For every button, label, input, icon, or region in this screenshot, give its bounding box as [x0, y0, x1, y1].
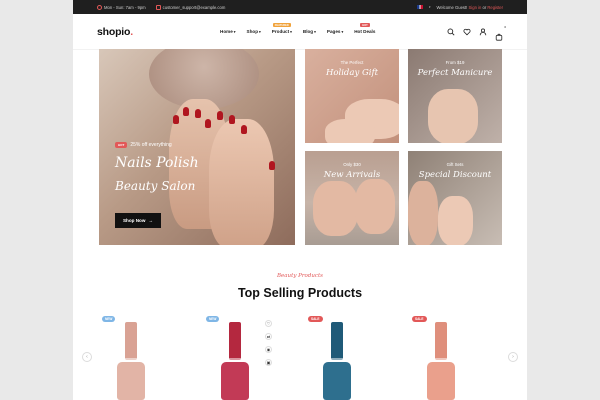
welcome-text: Welcome Guest! Sign in or Register — [436, 4, 503, 10]
top-bar: Mon - Sun: 7am - 9pm customer_support@ex… — [73, 0, 527, 14]
tile-sub: Gift Sets — [446, 162, 464, 167]
email-info[interactable]: customer_support@example.com — [155, 4, 226, 10]
nail-polish-image[interactable] — [323, 322, 351, 400]
heart-icon[interactable] — [463, 28, 471, 36]
product-card[interactable]: SALE — [279, 314, 375, 400]
page: Mon - Sun: 7am - 9pm customer_support@ex… — [73, 0, 527, 400]
nail-polish-image[interactable] — [117, 322, 145, 400]
tile-sub: The Perfect — [340, 60, 364, 65]
tile-title: Holiday Gift — [325, 68, 379, 78]
hot-badge: HOT — [360, 23, 370, 28]
tile-perfect-manicure[interactable]: From $19 Perfect Manicure — [408, 49, 502, 143]
add-to-cart-icon[interactable]: ▣ — [265, 359, 272, 366]
section-title: Top Selling Products — [237, 286, 363, 300]
product-actions: ♡ ⇄ ◉ ▣ — [265, 320, 272, 366]
main-nav: Home▾ Shop▾ FEATURED Product▾ Blog▾ Page… — [220, 23, 375, 34]
nav-home[interactable]: Home▾ — [220, 29, 236, 34]
header-icons: 0 — [447, 25, 506, 46]
hero-title-line2: Beauty Salon — [115, 179, 196, 193]
section-eyebrow: Beauty Products — [276, 273, 323, 279]
nav-pages[interactable]: Pages▾ — [327, 29, 343, 34]
tile-holiday-gift[interactable]: The Perfect Holiday Gift — [305, 49, 399, 143]
hero-promo-text: 25% off everything — [130, 142, 172, 148]
quick-view-eye-icon[interactable]: ◉ — [265, 346, 272, 353]
nav-shop[interactable]: Shop▾ — [247, 29, 261, 34]
hours-text: Mon - Sun: 7am - 9pm — [104, 4, 146, 10]
hero-banner[interactable]: HOT 25% off everything Nails Polish Beau… — [99, 49, 295, 245]
product-card[interactable]: NEW ♡ ⇄ ◉ ▣ — [177, 314, 273, 400]
hours-info: Mon - Sun: 7am - 9pm — [97, 4, 146, 10]
featured-badge: FEATURED — [272, 23, 291, 28]
shop-now-button[interactable]: Shop Now → — [115, 213, 161, 228]
tile-sub: Only $30 — [343, 162, 361, 167]
wishlist-heart-icon[interactable]: ♡ — [265, 320, 272, 327]
product-badge: SALE — [412, 316, 427, 322]
hero-title-line1: Nails Polish — [115, 155, 199, 171]
cart-icon — [495, 33, 503, 41]
nail-polish-image[interactable] — [427, 322, 455, 400]
arrow-right-icon: → — [148, 218, 154, 223]
product-badge: SALE — [308, 316, 323, 322]
nav-hot-deals[interactable]: HOT Hot Deals — [354, 23, 375, 34]
nav-product[interactable]: FEATURED Product▾ — [272, 23, 292, 34]
product-card[interactable]: NEW — [73, 314, 169, 400]
compare-icon[interactable]: ⇄ — [265, 333, 272, 340]
tile-title: Perfect Manicure — [417, 68, 493, 78]
product-badge: NEW — [206, 316, 220, 322]
sign-in-link[interactable]: Sign in — [469, 5, 482, 10]
cart-button[interactable]: 0 — [495, 25, 506, 46]
logo[interactable]: shopio. — [97, 26, 133, 38]
next-arrow-button[interactable]: › — [508, 352, 518, 362]
tile-title: New Arrivals — [323, 170, 381, 180]
tile-special-discount[interactable]: Gift Sets Special Discount — [408, 151, 502, 245]
language-caret-icon[interactable]: ▾ — [429, 5, 431, 9]
tile-sub: From $19 — [445, 60, 465, 65]
or-text: or — [482, 4, 487, 10]
product-card[interactable]: SALE — [383, 314, 479, 400]
register-link[interactable]: Register — [487, 5, 503, 10]
email-text[interactable]: customer_support@example.com — [163, 5, 226, 10]
user-icon[interactable] — [479, 28, 487, 36]
clock-icon — [97, 4, 102, 10]
tile-new-arrivals[interactable]: Only $30 New Arrivals — [305, 151, 399, 245]
mail-icon — [155, 4, 161, 10]
cart-count: 0 — [504, 25, 506, 29]
product-badge: NEW — [102, 316, 116, 322]
search-icon[interactable] — [447, 28, 455, 36]
tile-title: Special Discount — [418, 170, 492, 180]
nav-blog[interactable]: Blog▾ — [303, 29, 316, 34]
hero-promo: HOT 25% off everything — [115, 142, 172, 148]
language-flag-icon[interactable] — [416, 5, 423, 9]
hero-hot-badge: HOT — [115, 142, 128, 148]
nail-polish-image[interactable] — [221, 322, 249, 400]
